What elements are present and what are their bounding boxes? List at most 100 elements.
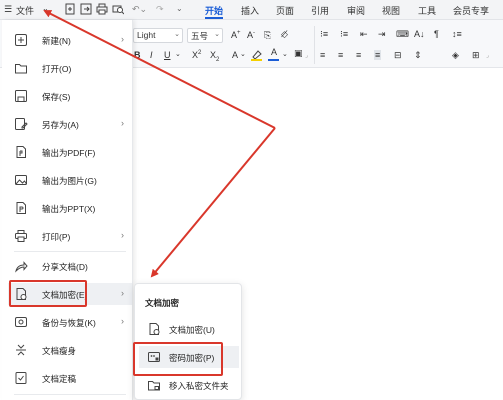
underline-icon[interactable]: U [164,50,171,60]
more-chevron-icon[interactable]: ⌄ [176,4,183,13]
chevron-right-icon: › [121,288,124,298]
file-menu-label: 文档定稿 [42,374,77,384]
highlight-pen-icon[interactable] [250,48,264,62]
clear-format-icon[interactable]: ◇̸ [281,29,288,40]
tab-review[interactable]: 审阅 [347,4,365,17]
file-menu-item-finalize[interactable]: 文档定稿 [8,367,132,389]
submenu-item-doc-encrypt[interactable]: 文档加密(U) [139,318,239,340]
file-menu-item-share[interactable]: 分享文档(D) [8,255,132,277]
file-menu-label: 另存为(A) [42,120,79,130]
folder-icon [15,64,27,74]
print-preview-icon[interactable] [112,3,124,15]
file-menu-item-slim[interactable]: 文档瘦身 [8,339,132,361]
file-menu-label: 输出为PDF(F) [42,148,96,158]
bullets-icon[interactable]: ⁝≡ [320,29,328,40]
superscript-icon[interactable]: X2 [192,50,201,60]
print-icon[interactable] [96,3,108,15]
file-menu-item-save[interactable]: 保存(S) [8,85,132,107]
file-menu-item-open[interactable]: 打开(O) [8,57,132,79]
grow-font-icon[interactable]: A+ [231,30,241,40]
decrease-indent-icon[interactable]: ⇤ [360,29,368,40]
numbering-icon[interactable]: ⁝≡ [340,29,348,40]
increase-indent-icon[interactable]: ⇥ [378,29,386,40]
font-size-select[interactable]: 五号 ⌄ [187,28,223,43]
submenu-label: 文档加密(U) [169,325,215,335]
redo-icon[interactable]: ↷ [156,4,164,15]
printer-icon [15,230,27,242]
image-icon [15,175,27,185]
char-border-icon[interactable]: ▣ [294,48,303,59]
file-menu-item-print[interactable]: 打印(P) › [8,225,132,247]
file-menu-label: 保存(S) [42,92,71,102]
tab-insert[interactable]: 插入 [241,4,259,17]
file-menu-item-backup[interactable]: 备份与恢复(K) › [8,311,132,333]
ppt-icon [16,202,26,214]
paragraph-spacing-icon[interactable]: ⇕ [414,50,422,61]
font-size-value: 五号 [191,31,209,41]
submenu-item-private-folder[interactable]: 移入私密文件夹 [139,374,239,396]
file-menu-label: 新建(N) [42,36,71,46]
borders-icon[interactable]: ⊞ [472,50,480,61]
file-menu-label: 输出为PPT(X) [42,204,96,214]
chevron-down-icon: ⌄ [174,31,180,38]
menu-divider [14,251,126,252]
chevron-down-icon: ⌄ [214,31,220,38]
font-color-bar [268,59,279,61]
submenu-title: 文档加密 [145,298,180,308]
active-tab-indicator [205,17,223,19]
sort-icon[interactable]: A↓ [414,29,425,39]
shrink-font-icon[interactable]: A- [247,30,255,40]
save-as-icon [15,118,28,130]
private-folder-icon [148,381,160,391]
font-dialog-launcher-icon[interactable]: ⌟ [305,52,308,59]
backup-icon [15,317,27,327]
file-menu-item-export-pdf[interactable]: 输出为PDF(F) [8,141,132,163]
chinese-layout-icon[interactable]: ⌨ [396,29,409,40]
tab-reference[interactable]: 引用 [311,4,329,17]
menu-bar: ☰ 文件 ⌄ ↶⌄ ↷ ⌄ 开始 插入 页面 引用 审阅 视图 工具 会员专享 [0,0,503,20]
file-menu-label: 打印(P) [42,232,71,242]
tab-member[interactable]: 会员专享 [453,4,489,17]
text-effect-icon[interactable]: A [232,50,238,60]
justify-icon[interactable]: ≡ [374,50,382,60]
file-menu-item-export-image[interactable]: 输出为图片(G) [8,169,132,191]
slim-doc-icon [16,344,26,356]
tab-tools[interactable]: 工具 [418,4,436,17]
plus-square-icon [15,34,27,46]
new-doc-icon[interactable] [64,3,76,15]
font-color-icon[interactable]: A [271,47,277,57]
subscript-icon[interactable]: X2 [210,50,219,63]
line-spacing-icon[interactable]: ↕≡ [452,29,462,39]
tab-view[interactable]: 视图 [382,4,400,17]
align-center-icon[interactable]: ≡ [338,50,343,60]
font-name-value: Light [137,30,156,40]
file-menu-item-new[interactable]: 新建(N) › [8,29,132,51]
file-menu-button[interactable]: 文件 [16,4,34,17]
file-menu-item-export-ppt[interactable]: 输出为PPT(X) [8,197,132,219]
distribute-icon[interactable]: ⊟ [394,50,402,61]
share-icon [15,261,28,273]
chevron-right-icon: › [121,316,124,326]
chevron-down-icon[interactable]: ⌄ [240,50,246,58]
align-right-icon[interactable]: ≡ [356,50,361,60]
bold-icon[interactable]: B [134,50,141,60]
hamburger-icon[interactable]: ☰ [4,4,12,15]
export-icon[interactable] [80,3,92,15]
tab-home[interactable]: 开始 [205,4,223,17]
undo-icon[interactable]: ↶⌄ [132,4,147,15]
file-menu-label: 备份与恢复(K) [42,318,96,328]
phonetic-guide-icon[interactable]: ⎘ [264,30,271,41]
save-icon [15,90,27,102]
chevron-down-icon[interactable]: ⌄ [175,50,181,58]
chevron-down-icon[interactable]: ⌄ [282,50,288,58]
shading-icon[interactable]: ◈ [452,50,459,61]
chevron-down-icon[interactable]: ⌄ [42,4,49,13]
show-marks-icon[interactable]: ¶ [434,29,439,39]
tab-page[interactable]: 页面 [276,4,294,17]
italic-icon[interactable]: I [150,50,153,60]
paragraph-dialog-launcher-icon[interactable]: ⌟ [486,52,489,59]
file-menu-label: 分享文档(D) [42,262,88,272]
file-menu-item-save-as[interactable]: 另存为(A) › [8,113,132,135]
align-left-icon[interactable]: ≡ [320,50,325,60]
font-name-select[interactable]: Light ⌄ [133,28,183,43]
